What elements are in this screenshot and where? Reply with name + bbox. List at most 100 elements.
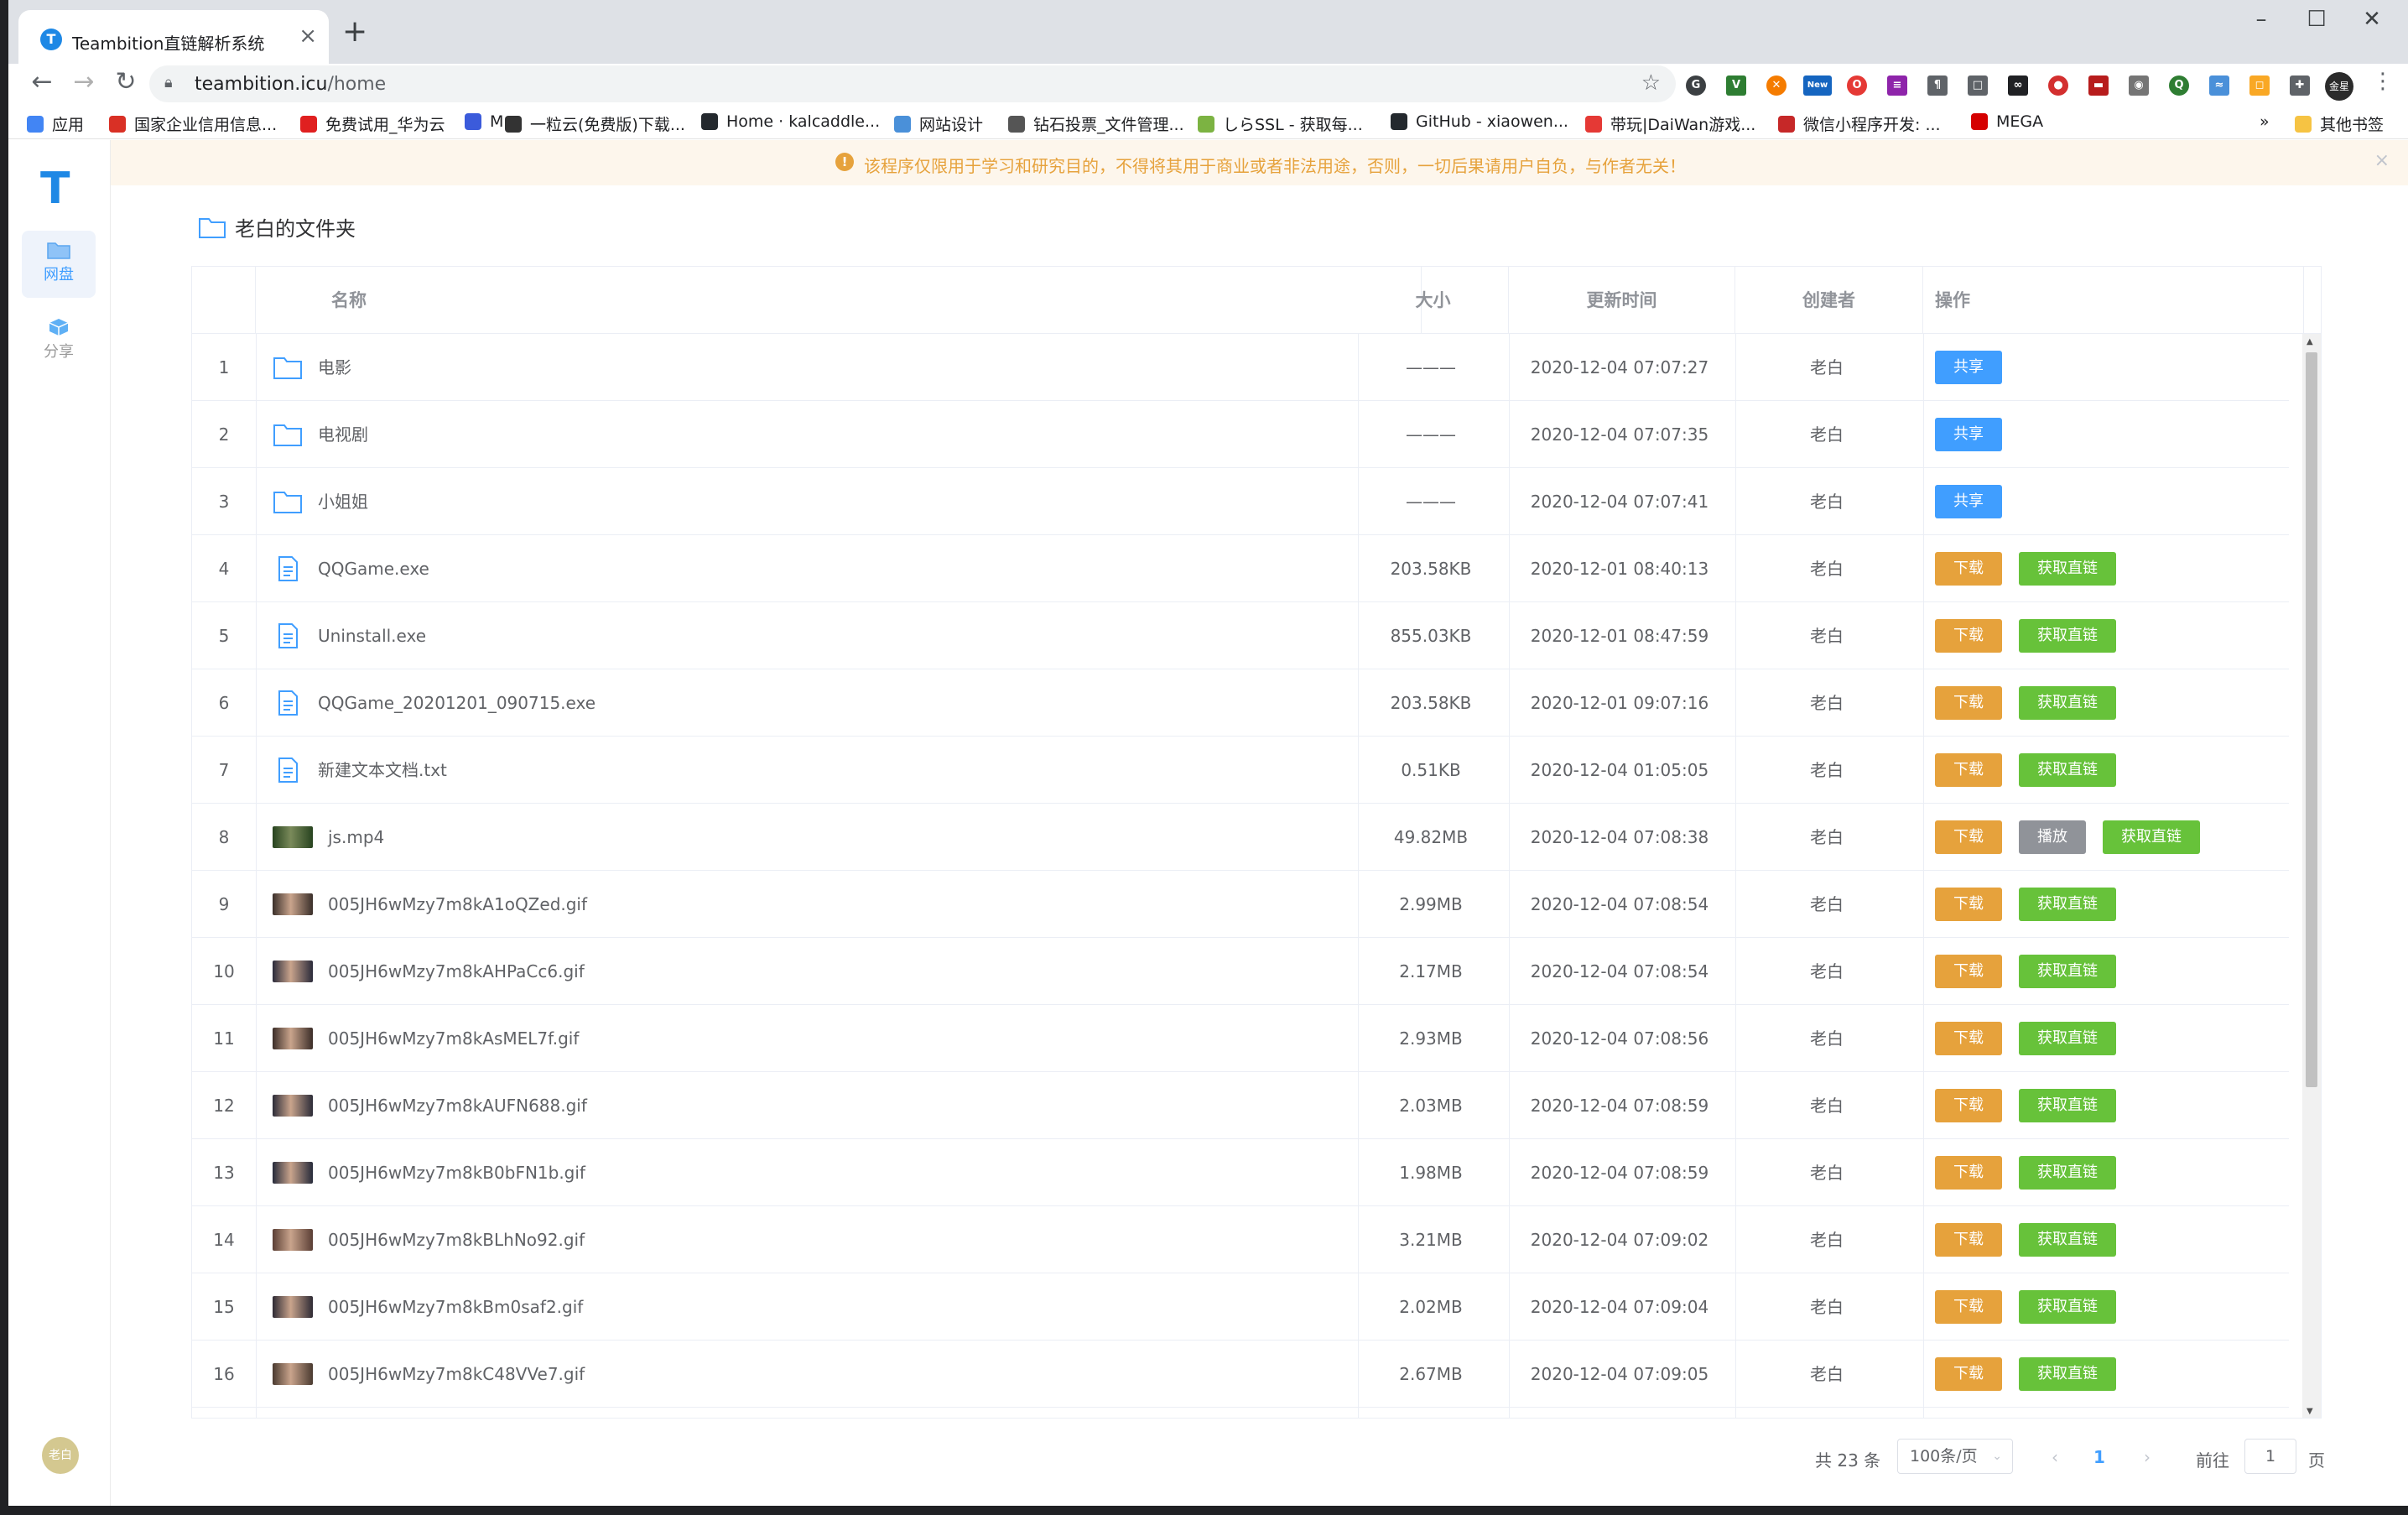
get-direct-link-button[interactable]: 获取直链 [2103, 820, 2200, 854]
download-button[interactable]: 下载 [1935, 955, 2002, 988]
extension-icon[interactable]: G [1686, 75, 1706, 96]
get-direct-link-button[interactable]: 获取直链 [2019, 1290, 2116, 1324]
get-direct-link-button[interactable]: 获取直链 [2019, 619, 2116, 653]
file-name[interactable]: 005JH6wMzy7m8kBLhNo92.gif [328, 1206, 585, 1273]
new-tab-icon[interactable]: + [342, 15, 367, 49]
file-name[interactable]: 005JH6wMzy7m8kAHPaCc6.gif [328, 938, 585, 1005]
file-name[interactable]: 005JH6wMzy7m8kAUFN688.gif [328, 1072, 587, 1139]
bookmark-item[interactable]: 钻石投票_文件管理... [1008, 112, 1184, 135]
new-extension-badge[interactable]: New [1803, 75, 1832, 96]
back-icon[interactable]: ← [25, 67, 59, 96]
forward-icon[interactable]: → [67, 67, 101, 96]
extension-icon[interactable]: ✕ [1766, 75, 1786, 96]
get-direct-link-button[interactable]: 获取直链 [2019, 1089, 2116, 1122]
get-direct-link-button[interactable]: 获取直链 [2019, 1357, 2116, 1391]
file-name[interactable]: 新建文本文档.txt [318, 737, 447, 804]
extension-icon[interactable]: Q [2169, 75, 2189, 96]
table-scrollbar[interactable]: ▲ ▼ [2302, 334, 2321, 1418]
goto-page-input[interactable]: 1 [2244, 1439, 2296, 1474]
download-button[interactable]: 下载 [1935, 753, 2002, 787]
next-page-icon[interactable]: › [2144, 1447, 2151, 1467]
extension-icon[interactable]: □ [1968, 75, 1988, 96]
extension-icon[interactable]: O [1847, 75, 1867, 96]
get-direct-link-button[interactable]: 获取直链 [2019, 686, 2116, 720]
download-button[interactable]: 下载 [1935, 552, 2002, 586]
profile-avatar[interactable]: 金星 [2325, 72, 2353, 101]
extension-icon[interactable]: ≈ [2209, 75, 2229, 96]
scroll-down-icon[interactable]: ▼ [2307, 1407, 2313, 1416]
file-name[interactable]: 005JH6wMzy7m8kAsMEL7f.gif [328, 1005, 579, 1072]
other-bookmarks[interactable]: 其他书签 [2295, 112, 2384, 135]
bookmark-item[interactable]: 国家企业信用信息... [109, 112, 277, 135]
extension-icon[interactable]: ≡ [1887, 75, 1907, 96]
bookmark-item[interactable]: M [465, 112, 503, 131]
download-button[interactable]: 下载 [1935, 686, 2002, 720]
bookmark-item[interactable]: しらSSL - 获取每... [1198, 112, 1363, 135]
alert-close-icon[interactable]: × [2374, 150, 2390, 171]
get-direct-link-button[interactable]: 获取直链 [2019, 955, 2116, 988]
bookmark-item[interactable]: Home · kalcaddle... [701, 112, 880, 131]
get-direct-link-button[interactable]: 获取直链 [2019, 552, 2116, 586]
bookmark-item[interactable]: MEGA [1971, 112, 2043, 131]
bookmark-item[interactable]: 带玩|DaiWan游戏... [1585, 112, 1755, 135]
scrollbar-thumb[interactable] [2306, 352, 2317, 1087]
get-direct-link-button[interactable]: 获取直链 [2019, 888, 2116, 921]
download-button[interactable]: 下载 [1935, 888, 2002, 921]
page-size-select[interactable]: 100条/页 ⌄ [1897, 1439, 2013, 1474]
share-button[interactable]: 共享 [1935, 485, 2002, 518]
file-name[interactable]: js.mp4 [328, 804, 384, 871]
extension-icon[interactable]: ▬ [2088, 75, 2109, 96]
file-name[interactable]: QQGame.exe [318, 535, 429, 602]
file-name[interactable]: 005JH6wMzy7m8kBm0saf2.gif [328, 1273, 583, 1341]
file-name[interactable]: 电影 [318, 334, 351, 401]
file-name[interactable]: 小姐姐 [318, 468, 368, 535]
download-button[interactable]: 下载 [1935, 1089, 2002, 1122]
get-direct-link-button[interactable]: 获取直链 [2019, 1156, 2116, 1190]
sidebar-item-share[interactable]: 分享 [22, 308, 96, 375]
download-button[interactable]: 下载 [1935, 1022, 2002, 1055]
extension-icon[interactable]: ● [2048, 75, 2068, 96]
teambition-logo[interactable]: T [40, 167, 70, 211]
file-name[interactable]: QQGame_20201201_090715.exe [318, 669, 595, 737]
bookmark-item[interactable]: GitHub - xiaowen... [1391, 112, 1568, 131]
extension-icon[interactable]: ¶ [1927, 75, 1948, 96]
address-bar[interactable]: 🔒︎ teambition.icu/home ☆ [149, 65, 1676, 102]
user-avatar[interactable]: 老白 [42, 1437, 79, 1474]
download-button[interactable]: 下载 [1935, 1223, 2002, 1257]
scroll-up-icon[interactable]: ▲ [2307, 337, 2313, 346]
play-button[interactable]: 播放 [2019, 820, 2086, 854]
prev-page-icon[interactable]: ‹ [2052, 1447, 2058, 1467]
share-button[interactable]: 共享 [1935, 351, 2002, 384]
sidebar-item-netdisk[interactable]: 网盘 [22, 231, 96, 298]
get-direct-link-button[interactable]: 获取直链 [2019, 1223, 2116, 1257]
download-button[interactable]: 下载 [1935, 619, 2002, 653]
download-button[interactable]: 下载 [1935, 1357, 2002, 1391]
browser-tab[interactable]: T Teambition直链解析系统 × [18, 10, 329, 64]
bookmark-star-icon[interactable]: ☆ [1641, 70, 1661, 96]
window-close-icon[interactable]: ✕ [2338, 7, 2405, 32]
bookmark-item[interactable]: 网站设计 [894, 112, 983, 135]
file-name[interactable]: 电视剧 [318, 401, 368, 468]
file-name[interactable]: 005JH6wMzy7m8kB0bFN1b.gif [328, 1139, 585, 1206]
file-name[interactable]: 005JH6wMzy7m8kC48VVe7.gif [328, 1341, 585, 1408]
bookmark-item[interactable]: 应用 [27, 112, 84, 135]
page-number-current[interactable]: 1 [2093, 1447, 2105, 1467]
bookmark-item[interactable]: 免费试用_华为云 [300, 112, 445, 135]
extension-icon[interactable]: ◻ [2249, 75, 2270, 96]
camera-extension-icon[interactable]: ◉ [2129, 75, 2149, 96]
get-direct-link-button[interactable]: 获取直链 [2019, 1022, 2116, 1055]
bookmark-item[interactable]: 一粒云(免费版)下载... [505, 112, 685, 135]
extension-icon[interactable]: ∞ [2008, 75, 2028, 96]
download-button[interactable]: 下载 [1935, 1290, 2002, 1324]
download-button[interactable]: 下载 [1935, 1156, 2002, 1190]
tab-close-icon[interactable]: × [299, 23, 317, 49]
file-name[interactable]: Uninstall.exe [318, 602, 426, 669]
download-button[interactable]: 下载 [1935, 820, 2002, 854]
file-name[interactable]: 005JH6wMzy7m8kA1oQZed.gif [328, 871, 587, 938]
menu-icon[interactable]: ⋮ [2372, 69, 2394, 94]
get-direct-link-button[interactable]: 获取直链 [2019, 753, 2116, 787]
bookmarks-more-icon[interactable]: » [2260, 112, 2270, 131]
extension-icon[interactable]: V [1726, 75, 1746, 96]
share-button[interactable]: 共享 [1935, 418, 2002, 451]
bookmark-item[interactable]: 微信小程序开发: ... [1778, 112, 1941, 135]
